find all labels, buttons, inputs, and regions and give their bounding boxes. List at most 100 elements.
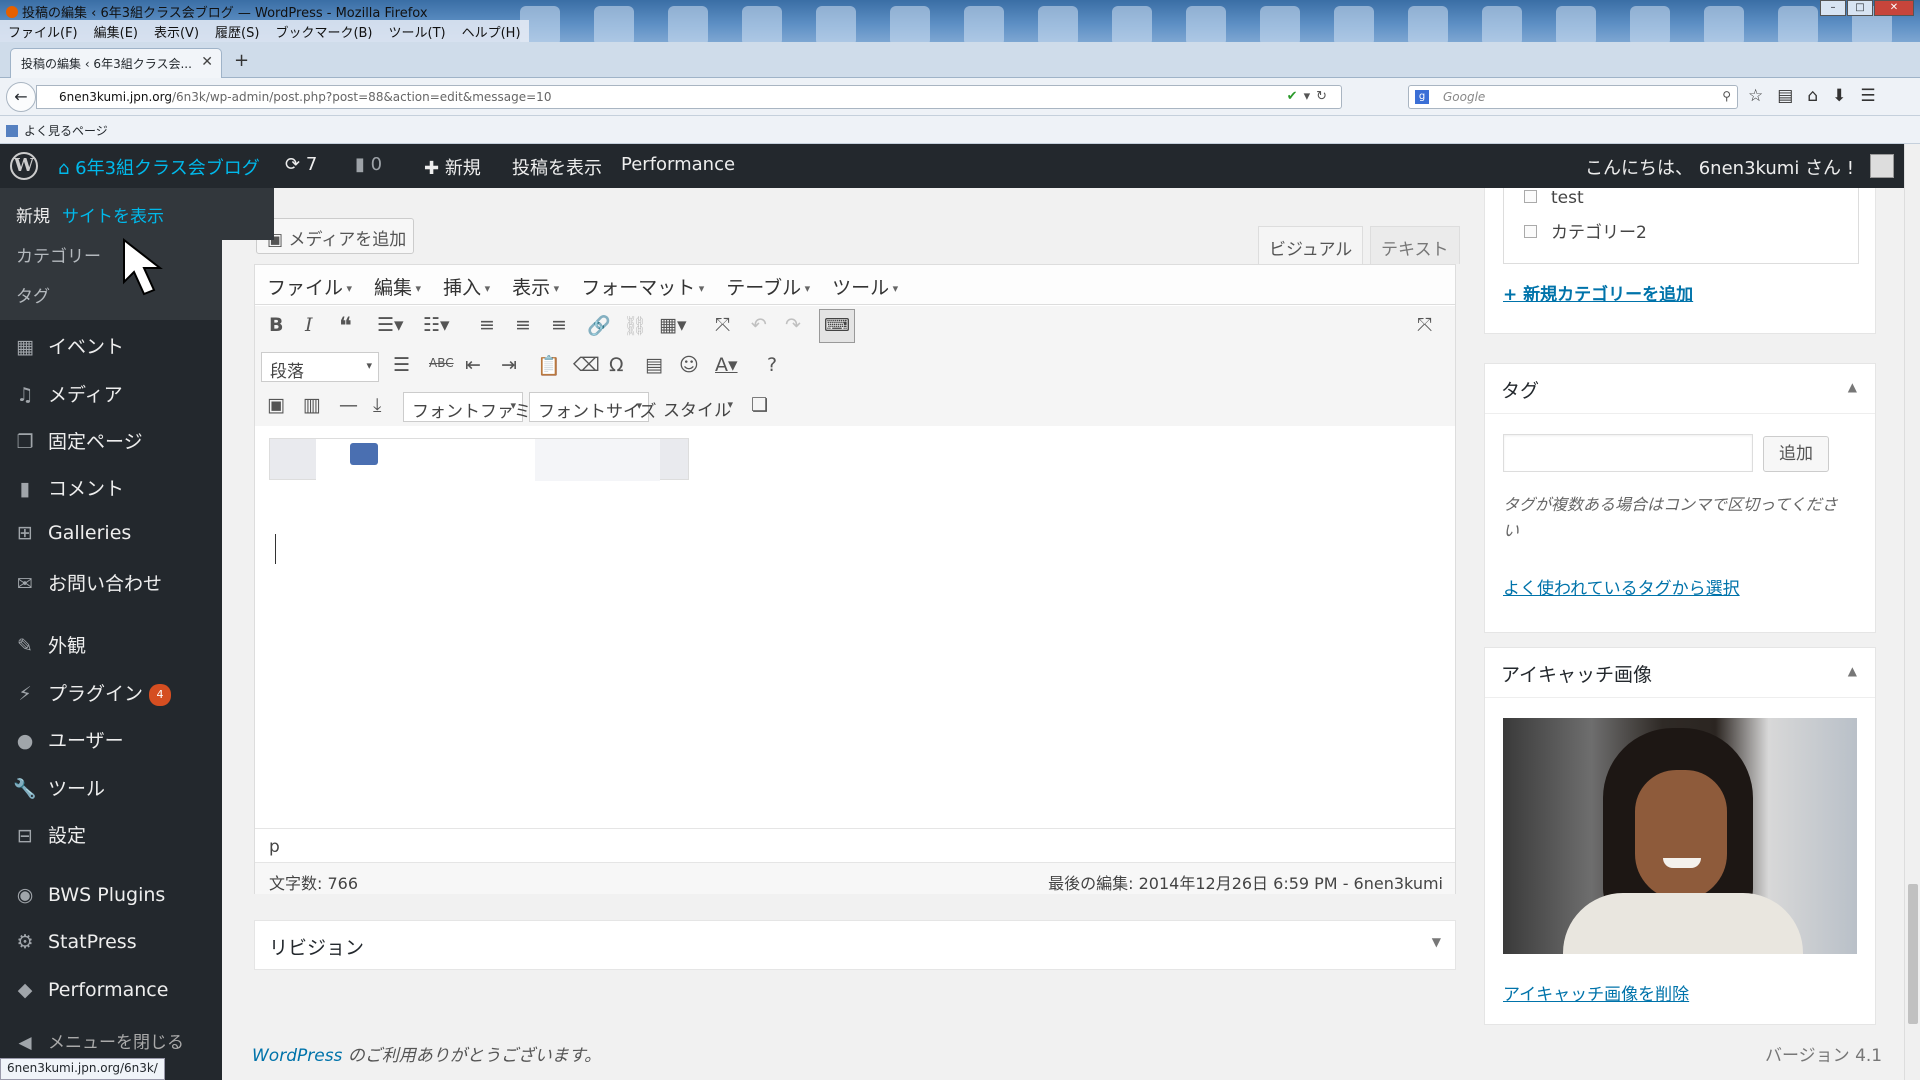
avatar[interactable] xyxy=(1870,154,1894,178)
search-bar[interactable]: g Google ⚲ xyxy=(1408,85,1738,109)
horizontal-line-icon[interactable]: ☰ xyxy=(393,354,410,376)
insert-link-icon[interactable]: 🔗 xyxy=(587,314,611,337)
tab-visual[interactable]: ビジュアル xyxy=(1258,226,1364,264)
bookmark-star-icon[interactable]: ☆ xyxy=(1748,86,1763,106)
category-item[interactable]: カテゴリー2 xyxy=(1524,218,1647,243)
outdent-icon[interactable]: ⇤ xyxy=(465,354,481,376)
style-select[interactable]: スタイル xyxy=(655,392,739,422)
copy-icon[interactable]: ❏ xyxy=(751,394,768,416)
sidebar-item-appearance[interactable]: ✎ 外観 xyxy=(12,631,86,658)
expand-arrow-icon[interactable]: ▼ xyxy=(1432,935,1441,949)
upload-icon[interactable]: ⤓ xyxy=(373,394,381,416)
menu-file[interactable]: ファイル(F) xyxy=(0,20,86,42)
category-checkbox[interactable] xyxy=(1524,225,1537,238)
help-icon[interactable]: ? xyxy=(767,354,777,376)
insert-image-icon[interactable]: ▣ xyxy=(267,394,285,416)
sidebar-item-users[interactable]: ● ユーザー xyxy=(12,726,124,753)
table-icon[interactable]: ▦▾ xyxy=(659,314,687,336)
embedded-screenshot-image[interactable] xyxy=(269,438,689,481)
add-media-button[interactable]: ▣ メディアを追加 xyxy=(256,218,414,254)
wordpress-logo-icon[interactable]: W xyxy=(10,152,38,180)
collapse-menu-button[interactable]: ◀ メニューを閉じる xyxy=(12,1028,184,1053)
tag-input[interactable] xyxy=(1503,434,1753,472)
sidebar-item-events[interactable]: ▦ イベント xyxy=(12,332,124,359)
sidebar-item-pages[interactable]: ❐ 固定ページ xyxy=(12,427,142,454)
add-new-category-link[interactable]: + 新規カテゴリーを追加 xyxy=(1503,280,1693,305)
dropdown-new-label[interactable]: 新規 xyxy=(16,202,50,227)
undo-icon[interactable]: ↶ xyxy=(751,314,767,336)
text-color-icon[interactable]: A▾ xyxy=(715,354,738,376)
bullet-list-icon[interactable]: ☰▾ xyxy=(377,314,404,336)
indent-icon[interactable]: ⇥ xyxy=(501,354,517,376)
choose-popular-tags-link[interactable]: よく使われているタグから選択 xyxy=(1503,574,1740,599)
url-bar[interactable]: 6nen3kumi.jpn.org/6n3k/wp-admin/post.php… xyxy=(36,85,1342,109)
google-icon[interactable]: g xyxy=(1415,90,1429,104)
close-tab-icon[interactable]: ✕ xyxy=(201,54,213,70)
toolbar-toggle-icon[interactable]: ⌨ xyxy=(819,309,855,343)
view-post-link[interactable]: 投稿を表示 xyxy=(512,154,602,180)
special-character-icon[interactable]: Ω xyxy=(609,354,624,376)
sidebar-item-contact[interactable]: ✉ お問い合わせ xyxy=(12,569,162,596)
editor-content-area[interactable] xyxy=(255,438,1455,828)
redo-icon[interactable]: ↷ xyxy=(785,314,801,336)
sidebar-sub-categories[interactable]: カテゴリー xyxy=(16,242,101,267)
hamburger-menu-icon[interactable]: ☰ xyxy=(1860,86,1875,106)
editor-menu-view[interactable]: 表示 xyxy=(512,273,559,304)
reading-list-icon[interactable]: ▤ xyxy=(1777,86,1793,106)
scrollbar-thumb[interactable] xyxy=(1908,884,1918,1024)
browser-tab[interactable]: 投稿の編集 ‹ 6年3組クラス会... ✕ xyxy=(10,48,222,78)
add-tag-button[interactable]: 追加 xyxy=(1763,436,1829,472)
menu-view[interactable]: 表示(V) xyxy=(146,20,207,42)
close-window-button[interactable]: ✕ xyxy=(1874,0,1914,16)
editor-menu-tools[interactable]: ツール xyxy=(832,273,898,304)
collapse-triangle-icon[interactable]: ▲ xyxy=(1848,664,1857,678)
read-more-icon[interactable]: ▤ xyxy=(645,354,663,376)
sidebar-sub-tags[interactable]: タグ xyxy=(16,282,50,307)
featured-image-photo[interactable] xyxy=(1503,718,1857,954)
back-button[interactable]: ← xyxy=(6,82,36,112)
numbered-list-icon[interactable]: ☷▾ xyxy=(423,314,450,336)
hr-icon[interactable]: — xyxy=(339,394,358,416)
menu-bookmarks[interactable]: ブックマーク(B) xyxy=(267,20,380,42)
page-scrollbar[interactable] xyxy=(1904,144,1920,1080)
strikethrough-icon[interactable]: ABC xyxy=(429,356,454,370)
align-left-icon[interactable]: ≡ xyxy=(479,314,495,336)
sidebar-item-statpress[interactable]: ⚙ StatPress xyxy=(12,931,136,953)
sidebar-item-settings[interactable]: ⊟ 設定 xyxy=(12,821,86,848)
sidebar-item-performance[interactable]: ◆ Performance xyxy=(12,979,169,1001)
emoticon-icon[interactable]: ☺ xyxy=(679,354,699,376)
sidebar-item-galleries[interactable]: ⊞ Galleries xyxy=(12,522,131,544)
greeting-link[interactable]: こんにちは、 6nen3kumi さん ! xyxy=(1585,154,1854,180)
performance-link[interactable]: Performance xyxy=(621,154,735,175)
editor-menu-insert[interactable]: 挿入 xyxy=(443,273,490,304)
home-icon[interactable]: ⌂ xyxy=(1807,86,1818,106)
download-icon[interactable]: ⬇ xyxy=(1832,86,1846,106)
distraction-free-icon[interactable]: ⤧ xyxy=(1417,314,1432,336)
editor-menu-format[interactable]: フォーマット xyxy=(581,273,704,304)
sidebar-item-tools[interactable]: 🔧 ツール xyxy=(12,774,105,801)
font-size-select[interactable]: フォントサイズ xyxy=(529,392,657,422)
align-center-icon[interactable]: ≡ xyxy=(515,314,531,336)
font-family-select[interactable]: フォントファミ... xyxy=(403,392,547,422)
menu-history[interactable]: 履歴(S) xyxy=(207,20,267,42)
revision-panel[interactable]: リビジョン ▼ xyxy=(254,920,1456,970)
sidebar-item-media[interactable]: ♫ メディア xyxy=(12,380,122,407)
menu-help[interactable]: ヘルプ(H) xyxy=(454,20,529,42)
category-checkbox[interactable] xyxy=(1524,190,1537,203)
featured-image-title[interactable]: アイキャッチ画像 ▲ xyxy=(1485,648,1875,698)
align-right-icon[interactable]: ≡ xyxy=(551,314,567,336)
site-name-link[interactable]: ⌂ 6年3組クラス会ブログ xyxy=(58,154,260,180)
search-icon[interactable]: ⚲ xyxy=(1722,89,1731,103)
reload-icon[interactable]: ↻ xyxy=(1316,89,1333,104)
bookmark-item[interactable]: よく見るページ xyxy=(6,124,108,138)
format-select[interactable]: 段落 xyxy=(261,352,379,382)
visit-site-link[interactable]: サイトを表示 xyxy=(62,202,164,227)
menu-edit[interactable]: 編集(E) xyxy=(86,20,146,42)
category-item[interactable]: test xyxy=(1524,188,1584,208)
collapse-triangle-icon[interactable]: ▲ xyxy=(1848,380,1857,394)
maximize-button[interactable]: □ xyxy=(1847,0,1873,16)
bold-icon[interactable]: B xyxy=(269,314,283,336)
updates-link[interactable]: ⟳ 7 xyxy=(285,154,317,175)
editor-menu-file[interactable]: ファイル xyxy=(267,273,352,304)
editor-menu-table[interactable]: テーブル xyxy=(726,273,810,304)
